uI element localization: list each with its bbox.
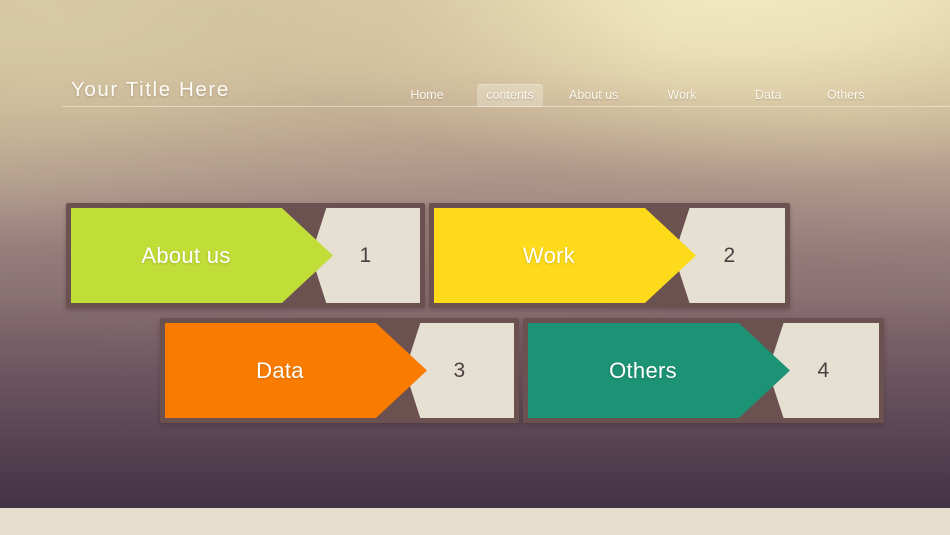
arrow-block-work[interactable]: 2 Work: [429, 203, 790, 308]
arrow-block-number-text: 3: [453, 358, 466, 382]
page-title: Your Title Here: [71, 78, 230, 101]
arrow-block-inner: 4 Others: [528, 323, 879, 418]
arrow-block-label-text: Others: [609, 357, 677, 383]
nav-item-contents[interactable]: contents: [477, 84, 543, 107]
arrow-block-data[interactable]: 3 Data: [160, 318, 519, 423]
arrow-block-label: Work: [434, 208, 696, 303]
arrow-block-others[interactable]: 4 Others: [523, 318, 884, 423]
main-navigation: Home contents About us Work Data Others: [395, 84, 950, 107]
arrow-block-label: About us: [71, 208, 333, 303]
arrow-block-number-text: 4: [817, 358, 830, 382]
arrow-block-body: About us: [71, 208, 333, 303]
arrow-block-body: Data: [165, 323, 427, 418]
arrow-block-inner: 3 Data: [165, 323, 514, 418]
slide-canvas: Your Title Here Home contents About us Work…: [0, 0, 950, 535]
arrow-block-label-text: Work: [522, 242, 576, 268]
arrow-block-inner: 1 About us: [71, 208, 420, 303]
slide-header: Your Title Here Home contents About us Work…: [0, 0, 950, 112]
nav-item-work[interactable]: Work: [659, 84, 705, 107]
footer-bar: [0, 508, 950, 535]
arrow-block-label-text: About us: [141, 242, 231, 268]
arrow-block-label-text: Data: [256, 357, 304, 383]
arrow-block-label: Others: [528, 323, 790, 418]
nav-item-about-us[interactable]: About us: [561, 84, 623, 107]
nav-item-others[interactable]: Others: [819, 84, 871, 107]
nav-item-home[interactable]: Home: [401, 84, 453, 107]
arrow-block-about-us[interactable]: 1 About us: [66, 203, 425, 308]
arrow-block-inner: 2 Work: [434, 208, 785, 303]
arrow-block-body: Work: [434, 208, 696, 303]
arrow-block-number-text: 1: [359, 243, 372, 267]
arrow-block-body: Others: [528, 323, 790, 418]
nav-item-data[interactable]: Data: [747, 84, 787, 107]
arrow-block-label: Data: [165, 323, 427, 418]
arrow-block-number-text: 2: [723, 243, 736, 267]
